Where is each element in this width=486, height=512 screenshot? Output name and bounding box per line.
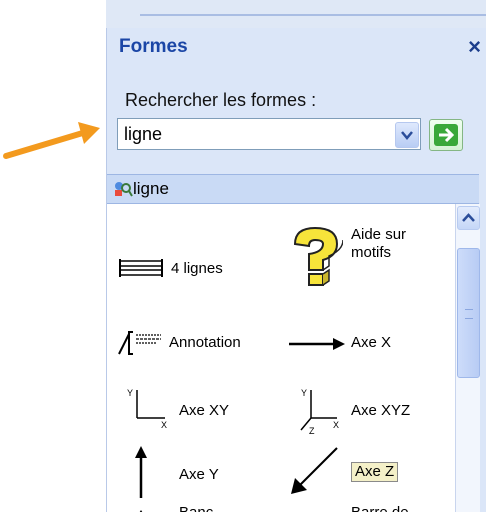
search-result-header[interactable]: ligne bbox=[107, 174, 479, 204]
search-input[interactable] bbox=[117, 118, 421, 150]
axis-x-label: X bbox=[161, 420, 167, 430]
search-go-button[interactable] bbox=[429, 119, 463, 151]
arrow-diagonal-icon bbox=[291, 447, 338, 494]
shape-label: Annotation bbox=[169, 334, 241, 351]
callout-arrow-icon bbox=[3, 122, 100, 159]
shape-item-4-lignes[interactable]: 4 lignes bbox=[117, 250, 247, 286]
shape-item-banc[interactable]: Banc bbox=[117, 504, 237, 512]
panel-title: Formes bbox=[119, 36, 188, 57]
shape-item-axe-xyz[interactable]: Y X Z Axe XYZ bbox=[287, 384, 447, 438]
top-toolbar-strip bbox=[106, 0, 486, 30]
axis-x-label: X bbox=[333, 420, 339, 430]
arrow-up-icon bbox=[135, 446, 147, 498]
scroll-thumb[interactable] bbox=[457, 248, 480, 378]
vertical-scrollbar[interactable] bbox=[455, 204, 480, 512]
shape-item-axe-y[interactable]: Axe Y bbox=[117, 444, 237, 500]
shapes-panel: Formes × Rechercher les formes : ligne l… bbox=[106, 28, 486, 512]
search-dropdown-button[interactable] bbox=[395, 122, 419, 148]
chevron-up-icon bbox=[462, 213, 475, 222]
scroll-up-button[interactable] bbox=[457, 206, 480, 230]
shapes-list: 4 lignes Aide sur motifs Annotation Axe … bbox=[107, 204, 455, 512]
shape-label: Axe XYZ bbox=[351, 402, 411, 419]
shape-label: 4 lignes bbox=[171, 260, 223, 277]
four-lines-icon bbox=[119, 259, 163, 277]
shape-label-tooltip: Axe Z bbox=[351, 462, 399, 482]
shape-label: Barre de bbox=[351, 504, 409, 512]
shape-label: Axe XY bbox=[179, 402, 230, 419]
shape-item-axe-xy[interactable]: Y X Axe XY bbox=[117, 384, 267, 434]
shape-item-aide-sur-motifs[interactable]: Aide sur motifs bbox=[287, 222, 447, 294]
axis-xyz-icon: Y X Z bbox=[300, 388, 339, 436]
shape-label-line1: Aide sur bbox=[351, 226, 407, 243]
shape-label: Axe X bbox=[351, 334, 392, 351]
shape-search-result-icon bbox=[115, 182, 133, 197]
shape-item-axe-x[interactable]: Axe X bbox=[287, 328, 407, 358]
shape-item-annotation[interactable]: Annotation bbox=[117, 328, 283, 358]
search-label: Rechercher les formes : bbox=[125, 90, 317, 110]
shape-item-axe-z[interactable]: Axe Z bbox=[287, 442, 427, 500]
shape-label: Axe Y bbox=[179, 466, 219, 483]
shape-item-barre-de[interactable]: Barre de bbox=[287, 504, 437, 512]
chevron-down-icon bbox=[401, 131, 413, 140]
close-icon[interactable]: × bbox=[468, 34, 481, 60]
arrow-right-icon bbox=[289, 338, 345, 350]
axis-y-label: Y bbox=[301, 388, 307, 398]
result-header-label: ligne bbox=[133, 179, 169, 198]
shape-label: Banc bbox=[179, 504, 213, 512]
scroll-grip-icon bbox=[465, 309, 473, 319]
shape-label-line2: motifs bbox=[351, 244, 392, 261]
question-mark-icon bbox=[293, 226, 343, 286]
axis-y-label: Y bbox=[127, 388, 133, 398]
axis-xy-icon: Y X bbox=[127, 388, 167, 430]
arrow-right-go-icon bbox=[434, 124, 458, 146]
annotation-icon bbox=[118, 331, 161, 355]
panel-header: Formes × bbox=[107, 28, 486, 66]
axis-z-label: Z bbox=[309, 426, 315, 436]
